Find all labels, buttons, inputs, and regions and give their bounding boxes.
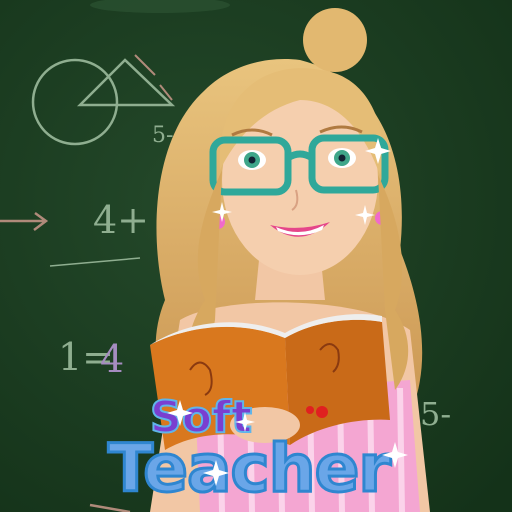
chalk-note: 4 — [100, 337, 124, 381]
game-artwork: 5- 4+ 1= 4 5- Soft Teacher — [0, 0, 512, 512]
hair-bun — [303, 8, 367, 72]
title-teacher: Teacher — [108, 430, 391, 507]
chalk-note: 5- — [420, 395, 451, 433]
chalk-note: 4+ — [93, 198, 149, 242]
